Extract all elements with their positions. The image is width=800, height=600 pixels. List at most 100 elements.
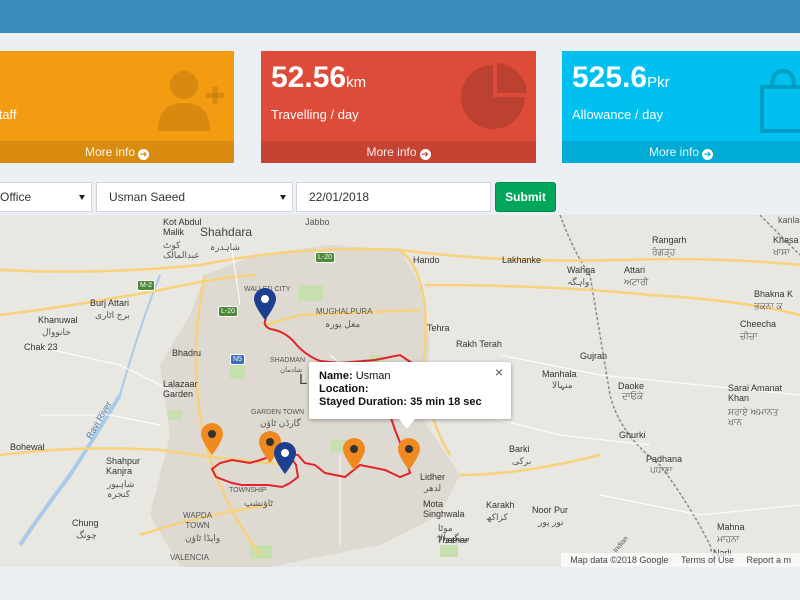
arrow-circle-right-icon: ➜: [702, 149, 714, 160]
allowance-label: Allowance / day: [572, 107, 664, 122]
map-label: ਦਾਓਕੇ: [622, 391, 644, 401]
map-label: مغل پورہ: [325, 319, 361, 329]
map-label: گارڈن ٹاؤن: [260, 418, 301, 428]
info-location-row: Location:: [319, 383, 369, 395]
map-label: Bhakna K: [754, 289, 794, 299]
submit-button[interactable]: Submit: [495, 182, 556, 212]
map-label: ਅਟਾਰੀ: [624, 277, 649, 287]
map-label: Sarai Amanat Khan: [728, 383, 783, 403]
map-label: ਭਕਨਾ ਕ: [754, 301, 783, 311]
map-label: ਸਰਾਏ ਅਮਾਨਤ ਖਾਨ: [728, 407, 779, 427]
page-footer: [0, 567, 800, 600]
map-label: Karakh: [486, 500, 515, 510]
map-pin-icon[interactable]: [342, 437, 366, 471]
map-label: ਰੰਗੜ੍ਹ: [652, 247, 676, 257]
map-label: Rangarh: [652, 235, 687, 245]
map-label: Shahdara: [200, 225, 253, 239]
map-label: Chung: [72, 518, 99, 528]
map-label: Noor Pur: [532, 505, 569, 515]
map-label: ਮਾਹਨਾ: [717, 534, 740, 544]
map-label: Attari: [624, 265, 646, 275]
map-label: واپڈا ٹاؤن: [185, 533, 221, 543]
top-navbar: [0, 0, 800, 33]
map-label: واہگہ: [567, 277, 590, 287]
road-shield: M-2: [137, 280, 156, 291]
travelling-more-info-link[interactable]: More info ➜: [261, 141, 536, 163]
map-label: Rakh Terah: [456, 339, 502, 349]
map-label: Gujran: [580, 351, 608, 361]
close-icon[interactable]: ×: [495, 365, 503, 379]
map-label: شاہدرہ: [210, 242, 240, 252]
staff-stat-box: Staff More info➜: [0, 51, 234, 163]
map-label: برج اٹاری: [95, 310, 130, 320]
map-label: ٹاؤنشپ: [244, 498, 273, 508]
map-label: Daoke: [618, 381, 645, 391]
map-label: Chak 23: [24, 342, 58, 352]
report-link[interactable]: Report a m: [746, 555, 791, 565]
map-pin-icon[interactable]: [253, 287, 277, 321]
info-duration-row: Stayed Duration: 35 min 18 sec: [319, 396, 482, 408]
map-label: L: [299, 371, 308, 388]
shopping-bag-icon: [760, 68, 800, 133]
map-label: Shahpur Kanjra: [106, 456, 141, 476]
map-label: ਪਧਾਣਾ: [650, 465, 673, 475]
map-label: Lidher: [420, 472, 446, 482]
staff-label: Staff: [0, 107, 17, 122]
map-label: Kot Abdul Malik: [163, 217, 202, 237]
map-label: کراکھ: [486, 512, 508, 522]
map-label: TOWNSHIP: [229, 487, 267, 494]
staff-more-info-link[interactable]: More info ➜: [0, 141, 234, 163]
map-label: Bhadru: [172, 348, 202, 358]
map-label: Barki: [509, 444, 530, 454]
map-label: Manhala: [542, 369, 577, 379]
pie-chart-icon: [461, 63, 527, 129]
map-label: Jabbo: [305, 217, 330, 227]
map-label: ਚੀਚਾ: [740, 331, 758, 341]
map-label: Cheecha: [740, 319, 777, 329]
map-label: Khanuwal: [38, 315, 78, 325]
map-label: Wahga: [567, 265, 596, 275]
map-label: خانووال: [42, 327, 71, 337]
map-label: GARDEN TOWN: [251, 409, 305, 416]
terms-link[interactable]: Terms of Use: [681, 555, 734, 565]
map-label: منہالا: [552, 380, 573, 390]
map-label: Ghurki: [619, 430, 646, 440]
chevron-down-icon: [280, 195, 286, 200]
map-label: Padhana: [646, 454, 683, 464]
map-pin-icon[interactable]: [200, 422, 224, 456]
map-pin-icon[interactable]: [273, 441, 297, 475]
route-map[interactable]: Kot Abdul Malik کوٹ عبدالمالک Shahdara شاہ…: [0, 215, 800, 567]
office-select[interactable]: Office: [0, 182, 92, 212]
map-label: Mota Singhwala: [423, 499, 465, 519]
map-pin-icon[interactable]: [397, 437, 421, 471]
map-label: SHADMAN: [270, 357, 306, 364]
travelling-value: 52.56km: [271, 61, 367, 94]
map-label: Hando: [413, 255, 440, 265]
info-name-row: Name: Usman: [319, 370, 391, 382]
allowance-value: 525.6Pkr: [572, 61, 670, 94]
map-label: شاہپور کنجرہ: [107, 479, 135, 499]
travelling-stat-box: 52.56km Travelling / day More info ➜: [261, 51, 536, 163]
map-label: MUGHALPURA: [316, 307, 373, 316]
add-user-icon: [158, 71, 224, 131]
travelling-label: Travelling / day: [271, 107, 359, 122]
map-label: Thethar: [437, 535, 469, 545]
map-label: Lalazaar Garden: [163, 379, 198, 399]
map-label: Burj Attari: [90, 298, 130, 308]
map-label: kanla: [778, 215, 800, 225]
map-label: ਖਾਸਾ: [773, 247, 790, 257]
map-label: کوٹ عبدالمالک: [163, 240, 200, 260]
map-label: Khasa: [773, 235, 799, 245]
date-input[interactable]: 22/01/2018: [296, 182, 491, 212]
chevron-down-icon: [79, 195, 85, 200]
road-shield: L-20: [315, 252, 336, 263]
arrow-circle-right-icon: ➜: [138, 149, 150, 160]
map-label: Bohewal: [10, 442, 45, 452]
employee-select[interactable]: Usman Saeed: [96, 182, 293, 212]
arrow-circle-right-icon: ➜: [419, 149, 431, 160]
map-label: نور پور: [538, 517, 564, 527]
allowance-more-info-link[interactable]: More info ➜: [562, 141, 800, 163]
map-label: WAPDA TOWN: [183, 511, 213, 530]
map-label: Mahna: [717, 522, 745, 532]
road-shield: L-20: [218, 306, 239, 317]
